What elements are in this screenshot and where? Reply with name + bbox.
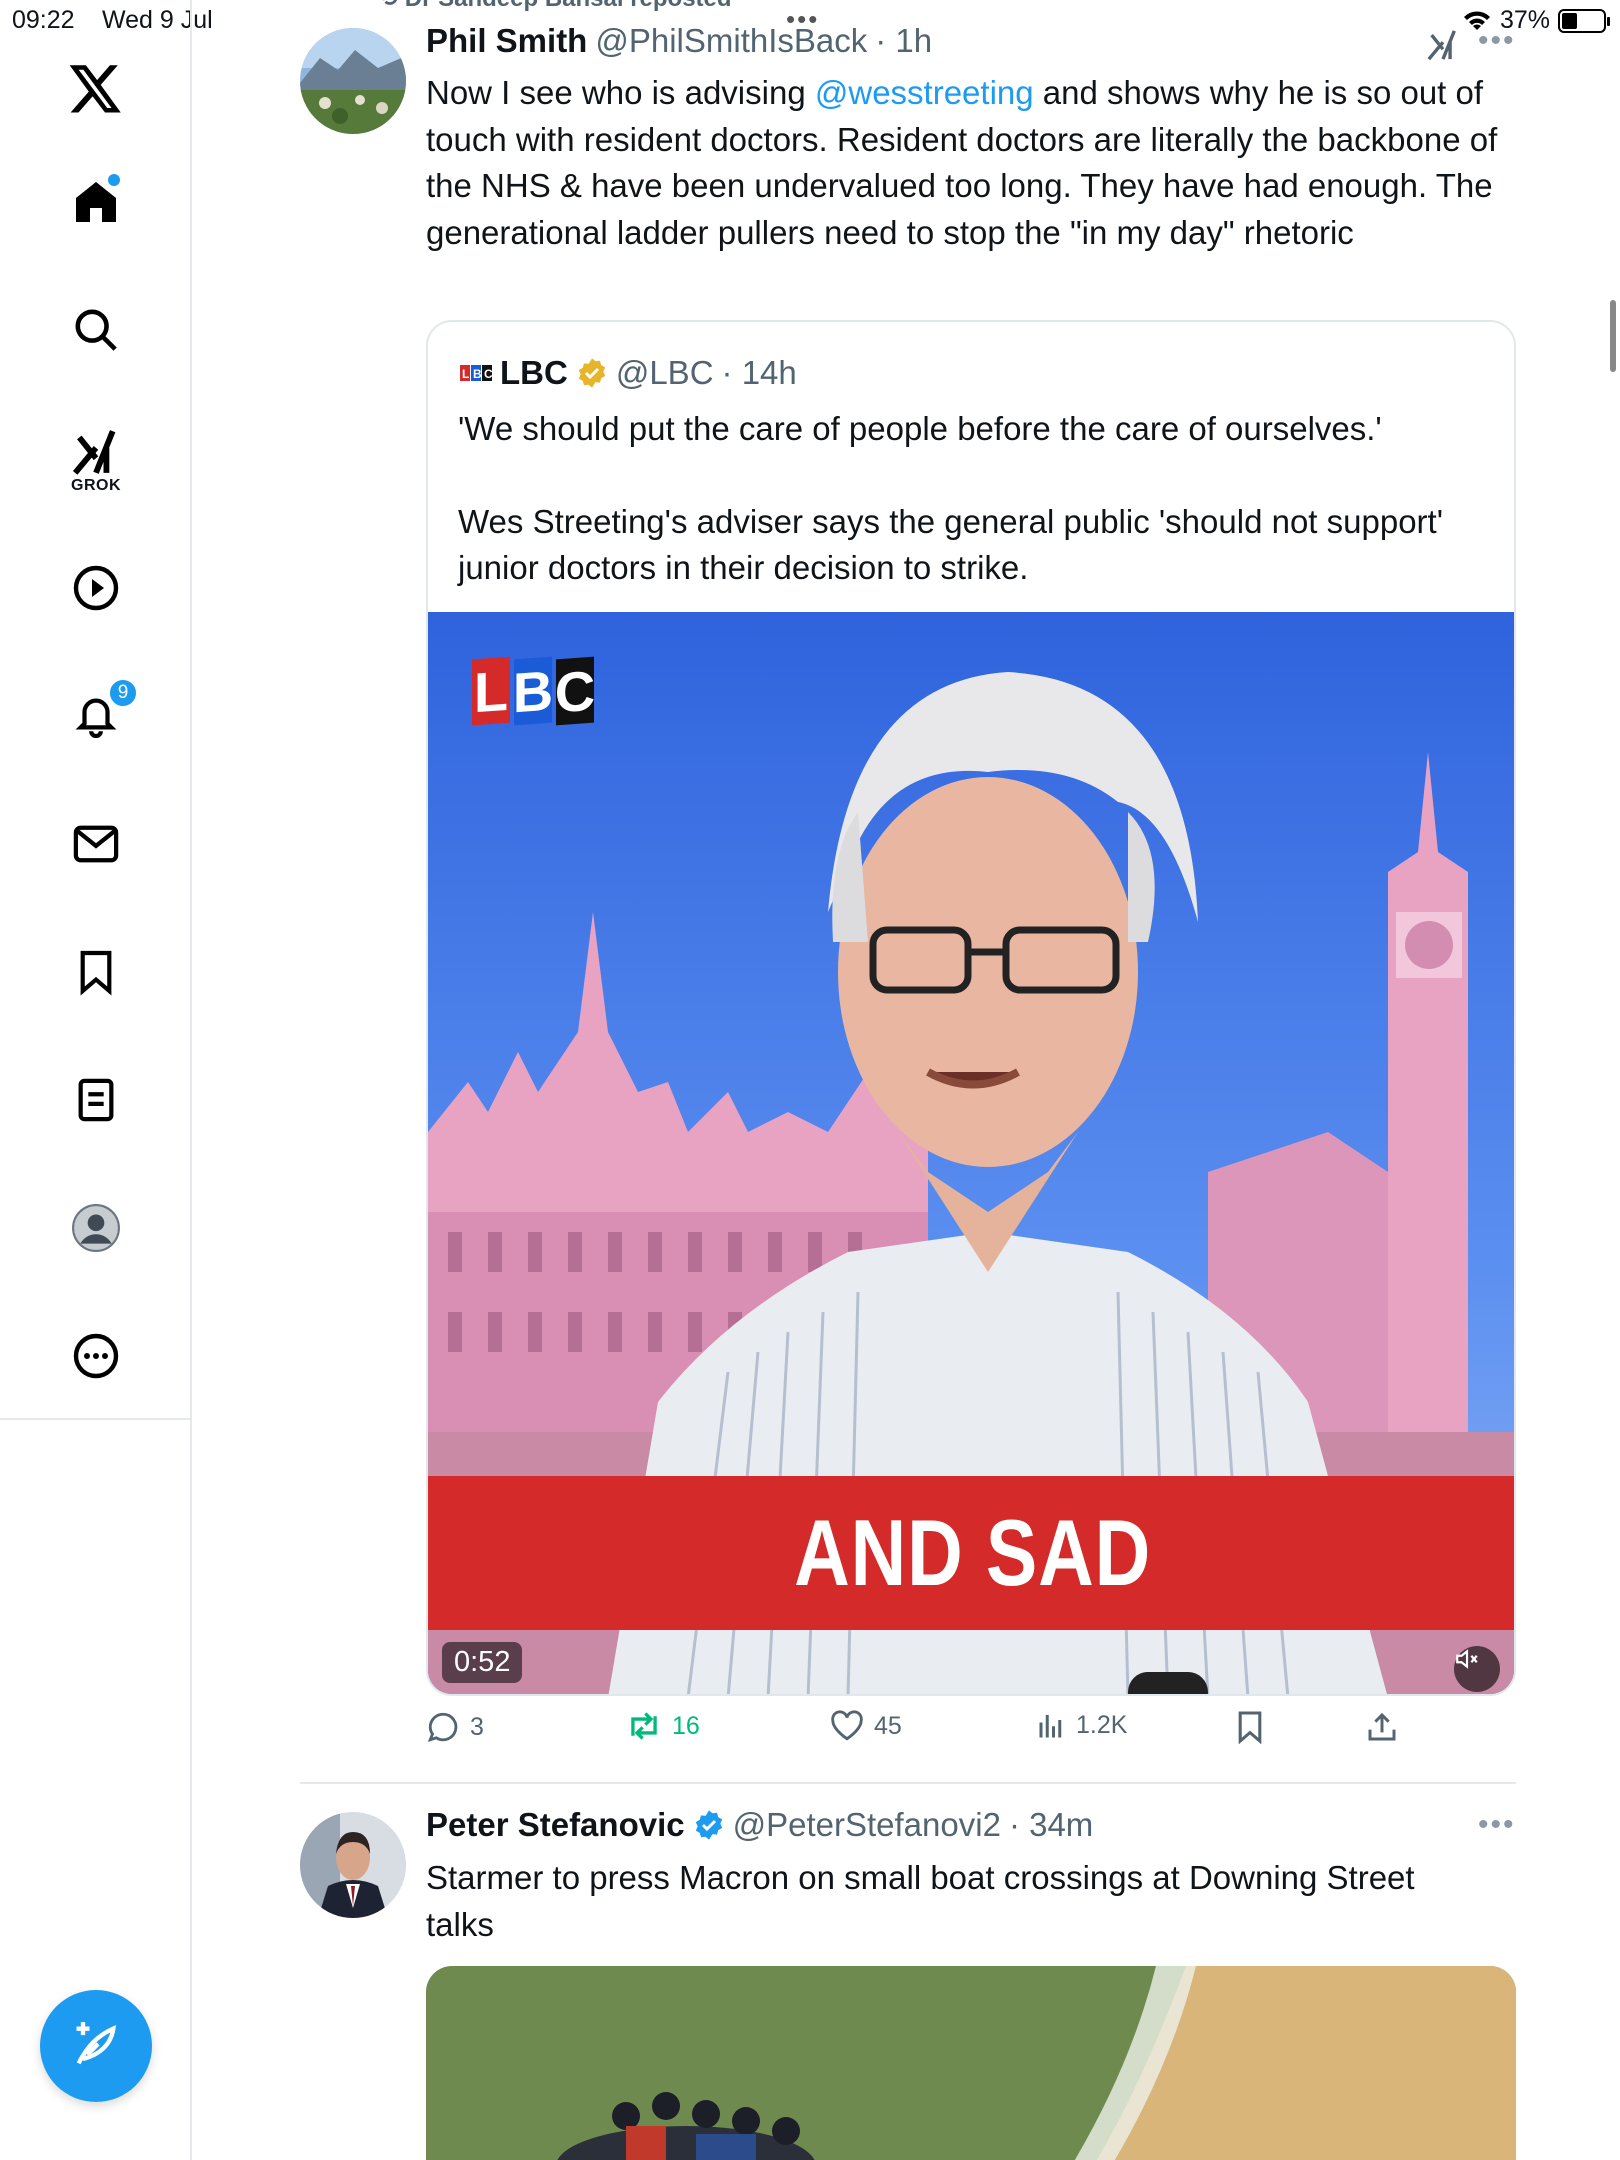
repost-icon: ⟲ xyxy=(378,0,398,12)
sidebar: GROK 9 xyxy=(0,0,192,2160)
battery-icon xyxy=(1558,8,1610,33)
post-text: Now I see who is advising @wesstreeting … xyxy=(426,74,1498,251)
bookmark-post-icon xyxy=(1238,1711,1262,1744)
video-duration: 0:52 xyxy=(442,1642,523,1683)
author-handle[interactable]: @PeterStefanovi2 xyxy=(733,1806,1001,1844)
compose-feather-icon xyxy=(76,2022,117,2065)
lbc-logo: L B C xyxy=(472,656,596,726)
video-play-icon[interactable] xyxy=(62,554,130,622)
svg-text:B: B xyxy=(473,367,482,381)
repost-arrows-icon xyxy=(631,1712,657,1740)
compose-post-button[interactable] xyxy=(40,1990,152,2102)
sidebar-divider xyxy=(0,1418,192,1420)
speaker-muted-icon xyxy=(1456,1649,1478,1669)
grok-icon[interactable]: GROK xyxy=(62,420,130,504)
quoted-post-lbc[interactable]: LBC LBC @LBC · 14h 'We should put the ca… xyxy=(426,320,1516,1696)
reply-icon xyxy=(427,1712,458,1743)
post-text: Starmer to press Macron on small boat cr… xyxy=(426,1859,1415,1943)
quote-line-1: 'We should put the care of people before… xyxy=(458,410,1382,447)
peter-stefanovic-avatar[interactable] xyxy=(300,1812,406,1918)
search-icon[interactable] xyxy=(62,296,130,364)
views-chart-icon xyxy=(1039,1715,1062,1738)
notifications-bell-icon[interactable]: 9 xyxy=(62,678,138,748)
mention-link[interactable]: @wesstreeting xyxy=(815,74,1034,111)
repost-banner: ⟲ Dr Sandeep Bansal reposted xyxy=(378,0,732,13)
views-count: 1.2K xyxy=(1076,1710,1128,1739)
grok-label: GROK xyxy=(71,477,121,494)
quote-time: · 14h xyxy=(721,354,797,391)
reply-button[interactable]: 3 xyxy=(426,1710,484,1744)
x-logo-icon[interactable] xyxy=(62,56,130,124)
video-caption: AND SAD xyxy=(794,1500,1152,1605)
grok-explain-icon[interactable] xyxy=(1426,28,1460,62)
lists-icon[interactable] xyxy=(62,1066,130,1134)
phil-smith-avatar[interactable] xyxy=(300,28,406,134)
more-options-icon[interactable] xyxy=(62,1322,130,1390)
svg-text:L: L xyxy=(462,367,469,381)
heart-icon xyxy=(831,1710,863,1741)
mute-toggle-button[interactable] xyxy=(1454,1646,1500,1692)
share-upload-icon xyxy=(1368,1712,1396,1741)
video-player[interactable]: L B C AND SAD 0:52 xyxy=(428,612,1514,1694)
post-time: · 34m xyxy=(1008,1806,1094,1843)
home-new-dot xyxy=(108,174,120,186)
home-icon[interactable] xyxy=(62,168,130,236)
views-button[interactable]: 1.2K xyxy=(1036,1710,1127,1740)
post-divider xyxy=(300,1782,1516,1784)
quote-text: 'We should put the care of people before… xyxy=(458,406,1498,592)
bookmark-icon[interactable] xyxy=(62,938,130,1006)
like-count: 45 xyxy=(874,1711,902,1740)
post-more-icon[interactable]: ••• xyxy=(1478,24,1516,58)
post-time: · 1h xyxy=(875,22,933,59)
lbc-avatar-icon: LBC xyxy=(460,365,492,381)
quote-author-name[interactable]: LBC xyxy=(500,354,568,392)
verified-blue-badge-icon xyxy=(695,1810,722,1840)
verified-gold-badge-icon xyxy=(578,358,606,388)
post-image[interactable] xyxy=(426,1966,1516,2160)
messages-envelope-icon[interactable] xyxy=(62,810,130,878)
post-actions: 3 16 45 1.2K xyxy=(426,1710,1426,1760)
author-handle[interactable]: @PhilSmithIsBack xyxy=(595,22,867,60)
share-button[interactable] xyxy=(1366,1710,1398,1744)
like-button[interactable]: 45 xyxy=(830,1710,902,1742)
scroll-indicator[interactable] xyxy=(1610,300,1616,372)
notifications-badge: 9 xyxy=(108,678,138,708)
svg-text:C: C xyxy=(484,367,492,381)
quote-author-handle[interactable]: @LBC xyxy=(616,354,714,392)
repost-button[interactable]: 16 xyxy=(626,1710,700,1742)
reply-count: 3 xyxy=(470,1712,484,1741)
repost-count: 16 xyxy=(672,1711,700,1740)
quote-line-2: Wes Streeting's adviser says the general… xyxy=(458,502,1444,587)
post-more-icon[interactable]: ••• xyxy=(1478,1808,1516,1842)
author-name[interactable]: Peter Stefanovic xyxy=(426,1806,685,1844)
bookmark-post-button[interactable] xyxy=(1236,1710,1264,1744)
profile-avatar-icon[interactable] xyxy=(62,1194,130,1262)
video-caption-banner: AND SAD xyxy=(428,1476,1514,1630)
small-boat-beach-image xyxy=(426,1966,1516,2160)
repost-banner-text: Dr Sandeep Bansal reposted xyxy=(405,0,732,12)
author-name[interactable]: Phil Smith xyxy=(426,22,587,60)
